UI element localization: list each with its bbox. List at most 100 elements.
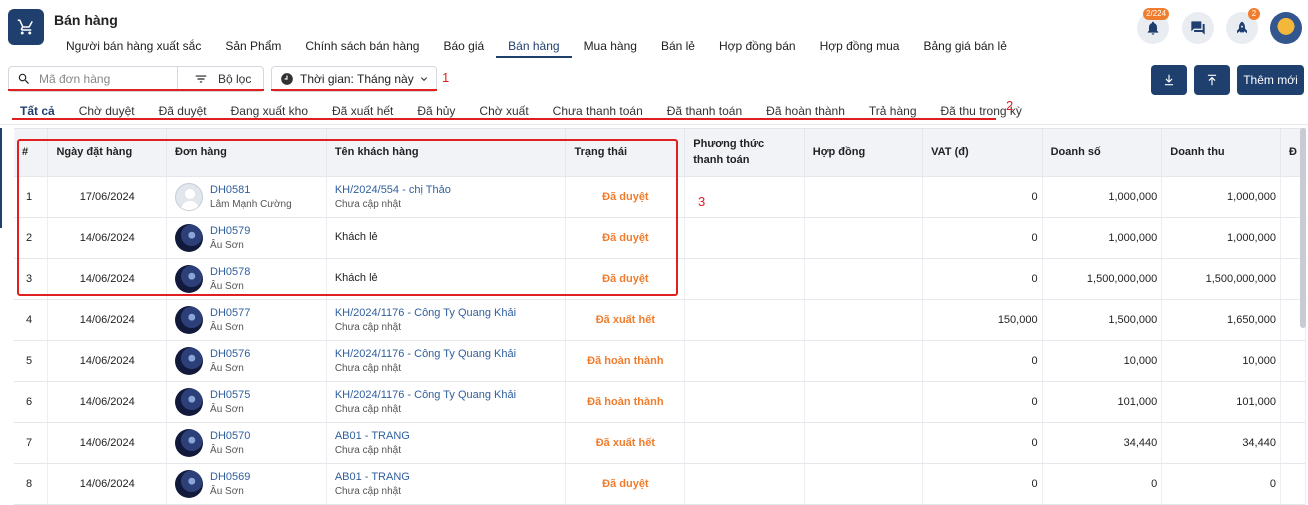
order-date: 14/06/2024 [47,340,168,382]
revenue-value: 1,000,000 [1161,176,1281,218]
add-new-button[interactable]: Thêm mới [1237,65,1304,95]
col-header-vat[interactable]: VAT (đ) [922,129,1043,177]
order-code-link[interactable]: DH0569 [210,470,250,485]
customer-name[interactable]: AB01 - TRANG [335,429,558,444]
order-date: 17/06/2024 [47,176,168,218]
nav-item-products[interactable]: Sản Phẩm [213,36,293,58]
vat-value: 0 [922,258,1043,300]
order-code-link[interactable]: DH0570 [210,429,250,444]
contract-cell [804,258,924,300]
customer-name[interactable]: KH/2024/1176 - Công Ty Quang Khải [335,388,558,403]
vertical-scrollbar[interactable] [1300,128,1306,328]
order-cell: DH0570 Âu Sơn [166,422,327,464]
nav-item-purchase-contracts[interactable]: Hợp đồng mua [808,36,912,58]
customer-name[interactable]: KH/2024/1176 - Công Ty Quang Khải [335,306,558,321]
status-badge: Đã hoàn thành [565,340,686,382]
status-badge: Đã hoàn thành [565,381,686,423]
table-row[interactable]: 4 14/06/2024 DH0577 Âu Sơn KH/2024/1176 - Cô… [14,299,1306,341]
order-code-link[interactable]: DH0581 [210,183,292,198]
notifications-button[interactable]: 2/224 [1137,8,1170,44]
order-code-link[interactable]: DH0579 [210,224,250,239]
sales-value: 10,000 [1042,340,1163,382]
filter-icon [195,75,207,83]
rocket-icon [1237,21,1247,34]
col-header-customer[interactable]: Tên khách hàng [326,129,567,177]
order-code-link[interactable]: DH0575 [210,388,250,403]
table-row[interactable]: 7 14/06/2024 DH0570 Âu Sơn AB01 - TRANG Chưa … [14,422,1306,464]
table-row[interactable]: 3 14/06/2024 DH0578 Âu Sơn Khách lẻ Đã duyệt 0… [14,258,1306,300]
seller-name: Âu Sơn [210,403,244,415]
customer-name[interactable]: AB01 - TRANG [335,470,558,485]
status-badge: Đã duyệt [565,258,686,300]
time-range-label: Thời gian: Tháng này [300,72,414,86]
annotation-3: 3 [698,194,706,209]
col-header-contract[interactable]: Hợp đồng [804,129,924,177]
annotation-underline-1a [8,89,264,91]
nav-item-sales[interactable]: Bán hàng [496,36,572,58]
customer-name[interactable]: Khách lẻ [335,271,558,286]
contract-cell [804,217,924,259]
contract-cell [804,340,924,382]
order-code-link[interactable]: DH0577 [210,306,250,321]
customer-cell: AB01 - TRANG Chưa cập nhật [326,422,567,464]
nav-item-sales-policy[interactable]: Chính sách bán hàng [293,36,431,58]
download-button[interactable] [1151,65,1187,95]
payment-method-cell [684,299,805,341]
col-header-revenue[interactable]: Doanh thu [1161,129,1281,177]
sales-value: 1,500,000 [1042,299,1163,341]
messages-button[interactable] [1182,12,1214,44]
table-row[interactable]: 2 14/06/2024 DH0579 Âu Sơn Khách lẻ Đã duyệt 0… [14,217,1306,259]
annotation-underline-2 [12,118,996,120]
nav-item-retail[interactable]: Bán lẻ [649,36,707,58]
nav-item-sale-contracts[interactable]: Hợp đồng bán [707,36,808,58]
row-index: 1 [14,176,49,218]
vat-value: 0 [922,381,1043,423]
customer-name[interactable]: KH/2024/1176 - Công Ty Quang Khải [335,347,558,362]
customer-name[interactable]: KH/2024/554 - chị Thảo [335,183,558,198]
left-edge-bar [0,128,2,228]
download-icon [1164,74,1174,86]
customer-cell: KH/2024/1176 - Công Ty Quang Khải Chưa cậ… [326,340,567,382]
chat-icon [1191,21,1205,35]
customer-subtitle: Chưa cập nhật [334,485,402,497]
order-cell: DH0569 Âu Sơn [166,463,327,505]
revenue-value: 1,650,000 [1161,299,1281,341]
table-row[interactable]: 5 14/06/2024 DH0576 Âu Sơn KH/2024/1176 - Cô… [14,340,1306,382]
sales-value: 0 [1042,463,1163,505]
seller-name: Âu Sơn [210,444,244,456]
customer-subtitle: Chưa cập nhật [334,198,402,210]
order-date: 14/06/2024 [47,422,168,464]
table-row[interactable]: 1 17/06/2024 DH0581 Lâm Mạnh Cường KH/2024/5… [14,176,1306,218]
nav-item-purchases[interactable]: Mua hàng [572,36,649,58]
filter-button[interactable]: Bộ lọc [177,67,264,91]
order-date: 14/06/2024 [47,299,168,341]
rocket-button[interactable]: 2 [1226,8,1260,44]
order-code-link[interactable]: DH0576 [210,347,250,362]
col-header-payment-method[interactable]: Phương thức thanh toán [684,129,805,177]
col-header-status[interactable]: Trạng thái [565,129,686,177]
order-code-link[interactable]: DH0578 [210,265,250,280]
truncated-cell [1280,340,1306,382]
nav-item-quotes[interactable]: Báo giá [431,36,496,58]
sales-value: 1,500,000,000 [1042,258,1163,300]
page-title: Bán hàng [54,12,118,28]
col-header-sales[interactable]: Doanh số [1042,129,1163,177]
contract-cell [804,422,924,464]
order-cell: DH0575 Âu Sơn [166,381,327,423]
table-row[interactable]: 8 14/06/2024 DH0569 Âu Sơn AB01 - TRANG Chưa … [14,463,1306,505]
nav-item-top-sellers[interactable]: Người bán hàng xuất sắc [54,36,213,58]
app-cart-icon[interactable] [8,9,44,45]
row-index: 6 [14,381,49,423]
customer-name[interactable]: Khách lẻ [335,230,558,245]
col-header-order-date[interactable]: Ngày đặt hàng [47,129,168,177]
payment-method-cell [684,463,805,505]
col-header-order[interactable]: Đơn hàng [166,129,327,177]
chevron-down-icon [418,73,430,85]
order-date: 14/06/2024 [47,258,168,300]
nav-item-retail-prices[interactable]: Bảng giá bán lẻ [911,36,1018,58]
user-avatar[interactable] [1270,12,1302,44]
table-row[interactable]: 6 14/06/2024 DH0575 Âu Sơn KH/2024/1176 - Cô… [14,381,1306,423]
customer-subtitle: Chưa cập nhật [334,321,402,333]
upload-button[interactable] [1194,65,1230,95]
order-search-input[interactable] [39,72,159,86]
